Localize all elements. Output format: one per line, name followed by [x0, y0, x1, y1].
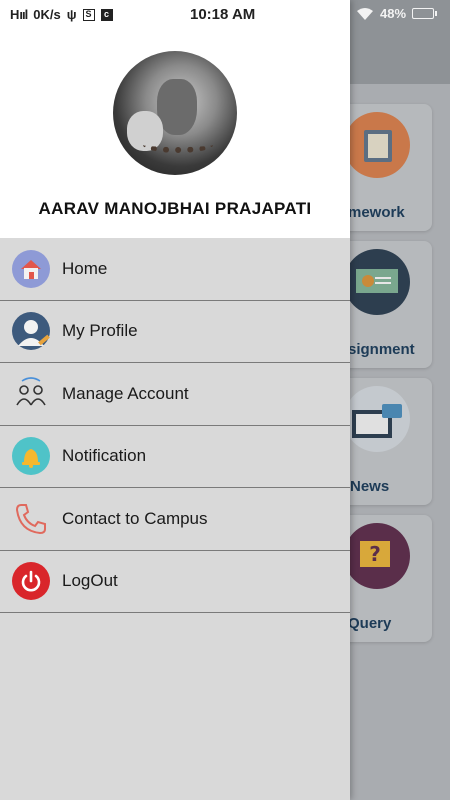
menu-item-home[interactable]: Home — [0, 238, 350, 301]
home-icon — [12, 249, 50, 288]
menu-item-notification[interactable]: Notification — [0, 426, 350, 488]
menu-item-label: LogOut — [62, 571, 118, 591]
power-icon — [12, 562, 50, 601]
homework-card-label: mework — [348, 204, 405, 221]
status-left-icons: Hııl 0K/s ψ S c — [10, 7, 113, 22]
drawer-header: AARAV MANOJBHAI PRAJAPATI — [0, 0, 350, 238]
notebook-icon — [344, 112, 410, 178]
menu-item-label: Notification — [62, 446, 147, 466]
battery-level: 48% — [380, 6, 407, 21]
menu-item-label: My Profile — [62, 321, 138, 341]
network-speed: 0K/s — [33, 7, 61, 22]
battery-icon — [412, 8, 438, 19]
user-name: AARAV MANOJBHAI PRAJAPATI — [38, 199, 312, 218]
svg-text:?: ? — [369, 542, 381, 566]
status-bar: Hııl 0K/s ψ S c 10:18 AM 48% — [0, 0, 450, 30]
signal-icon: Hııl — [10, 7, 28, 22]
question-icon: ? — [344, 523, 410, 589]
menu-item-my-profile[interactable]: My Profile — [0, 301, 350, 363]
avatar[interactable] — [113, 51, 237, 175]
status-time: 10:18 AM — [190, 6, 256, 23]
bell-icon — [12, 437, 50, 476]
news-card-label: News — [350, 478, 390, 495]
phone-icon — [12, 500, 50, 538]
drawer-menu: Home My Profile Manage Account Notificat… — [0, 238, 350, 613]
menu-item-contact-campus[interactable]: Contact to Campus — [0, 488, 350, 551]
sim-icon: S — [82, 8, 95, 21]
manage-account-icon — [12, 375, 50, 413]
menu-item-label: Home — [62, 258, 108, 278]
menu-item-logout[interactable]: LogOut — [0, 551, 350, 613]
wifi-icon — [357, 7, 373, 20]
status-right-icons: 48% — [356, 6, 438, 21]
query-card-label: Query — [348, 615, 392, 632]
usb-icon: ψ — [66, 7, 77, 22]
navigation-drawer: AARAV MANOJBHAI PRAJAPATI Home My Profil… — [0, 0, 350, 800]
menu-item-label: Manage Account — [62, 383, 189, 403]
app-notification-icon: c — [100, 8, 113, 21]
menu-item-manage-account[interactable]: Manage Account — [0, 363, 350, 426]
assignment-card-label: signment — [348, 341, 415, 358]
presentation-icon — [344, 249, 410, 315]
menu-item-label: Contact to Campus — [62, 508, 208, 528]
profile-icon — [12, 312, 50, 351]
news-icon — [344, 386, 410, 452]
